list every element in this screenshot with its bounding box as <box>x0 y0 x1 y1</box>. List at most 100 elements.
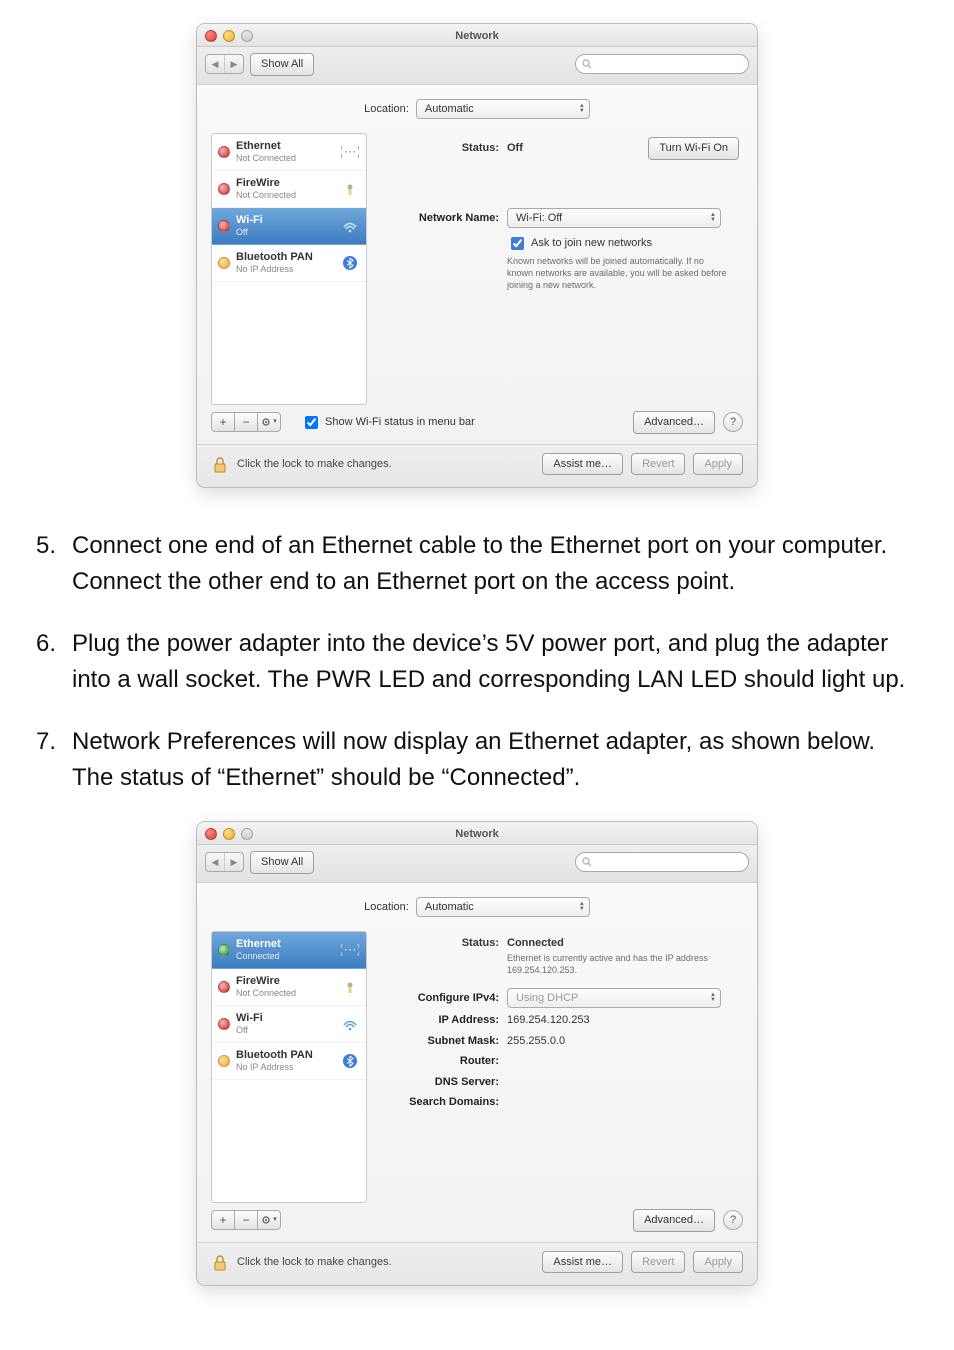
forward-icon[interactable]: ▶ <box>224 853 243 871</box>
location-select[interactable]: Automatic ▲▼ <box>416 897 590 918</box>
services-sidebar[interactable]: Ethernet Not Connected ⟨⋯⟩ FireWire Not … <box>211 133 367 405</box>
show-all-button[interactable]: Show All <box>250 851 314 874</box>
service-status: Not Connected <box>236 152 334 164</box>
assist-button[interactable]: Assist me… <box>542 1251 623 1274</box>
sidebar-item-wi-fi[interactable]: Wi-Fi Off <box>212 208 366 245</box>
advanced-button[interactable]: Advanced… <box>633 1209 715 1232</box>
search-input[interactable] <box>575 54 749 74</box>
bluetooth-icon <box>340 1051 360 1071</box>
sidebar-item-firewire[interactable]: FireWire Not Connected <box>212 171 366 208</box>
titlebar: Network <box>197 822 757 845</box>
lock-message: Click the lock to make changes. <box>237 1254 534 1271</box>
status-dot-icon <box>218 146 230 158</box>
service-name: Wi-Fi <box>236 1012 334 1024</box>
status-value: Connected <box>507 935 564 952</box>
detail-pane: Status: Off Turn Wi-Fi On Network Name: … <box>379 133 743 405</box>
revert-button[interactable]: Revert <box>631 453 685 476</box>
help-button[interactable]: ? <box>723 1210 743 1230</box>
ask-join-checkbox[interactable] <box>511 237 524 250</box>
lock-icon[interactable] <box>211 1252 229 1272</box>
turn-wifi-on-button[interactable]: Turn Wi-Fi On <box>648 137 739 160</box>
nav-arrows[interactable]: ◀ ▶ <box>205 54 244 74</box>
help-button[interactable]: ? <box>723 412 743 432</box>
svg-text:⟨⋯⟩: ⟨⋯⟩ <box>341 144 359 159</box>
field-label: Router: <box>379 1053 499 1070</box>
instruction-7: 7. Network Preferences will now display … <box>36 724 918 796</box>
service-status: No IP Address <box>236 263 334 275</box>
screenshot-ethernet: Network ◀ ▶ Show All Location: Automatic… <box>36 822 918 1296</box>
status-dot-icon <box>218 1018 230 1030</box>
location-row: Location: Automatic ▲▼ <box>197 85 757 126</box>
chevron-up-down-icon: ▲▼ <box>579 104 585 114</box>
configure-select[interactable]: Using DHCP ▲▼ <box>507 988 721 1009</box>
nav-arrows[interactable]: ◀ ▶ <box>205 852 244 872</box>
back-icon[interactable]: ◀ <box>206 55 224 73</box>
chevron-up-down-icon: ▲▼ <box>710 213 716 223</box>
sidebar-item-ethernet[interactable]: Ethernet Not Connected ⟨⋯⟩ <box>212 134 366 171</box>
field-label: Subnet Mask: <box>379 1033 499 1050</box>
advanced-button[interactable]: Advanced… <box>633 411 715 434</box>
status-dot-icon <box>218 183 230 195</box>
configure-label: Configure IPv4: <box>379 990 499 1007</box>
instruction-6: 6. Plug the power adapter into the devic… <box>36 626 918 698</box>
location-row: Location: Automatic ▲▼ <box>197 883 757 924</box>
services-sidebar[interactable]: Ethernet Connected ⟨⋯⟩ FireWire Not Conn… <box>211 931 367 1203</box>
configure-value: Using DHCP <box>516 990 578 1007</box>
network-name-label: Network Name: <box>379 210 499 227</box>
window-title: Network <box>197 28 757 45</box>
service-name: FireWire <box>236 177 334 189</box>
apply-button[interactable]: Apply <box>693 1251 743 1274</box>
network-window-b: Network ◀ ▶ Show All Location: Automatic… <box>197 822 757 1285</box>
service-name: FireWire <box>236 975 334 987</box>
service-status: Connected <box>236 950 334 962</box>
firewire-icon <box>340 179 360 199</box>
sidebar-item-ethernet[interactable]: Ethernet Connected ⟨⋯⟩ <box>212 932 366 969</box>
ethernet-icon: ⟨⋯⟩ <box>340 940 360 960</box>
bottom-row: + − ▾ Advanced… ? <box>197 1209 757 1242</box>
titlebar: Network <box>197 24 757 47</box>
apply-button[interactable]: Apply <box>693 453 743 476</box>
service-status: Not Connected <box>236 189 334 201</box>
status-label: Status: <box>379 935 499 952</box>
service-status: No IP Address <box>236 1061 334 1073</box>
firewire-icon <box>340 977 360 997</box>
network-window-a: Network ◀ ▶ Show All Location: Automatic <box>197 24 757 487</box>
sidebar-item-bluetooth-pan[interactable]: Bluetooth PAN No IP Address <box>212 245 366 282</box>
add-service-button[interactable]: + <box>211 412 235 432</box>
location-label: Location: <box>364 103 409 115</box>
field-value: 255.255.0.0 <box>507 1033 565 1050</box>
status-dot-icon <box>218 1055 230 1067</box>
status-dot-icon <box>218 220 230 232</box>
lock-icon[interactable] <box>211 454 229 474</box>
sidebar-item-firewire[interactable]: FireWire Not Connected <box>212 969 366 1006</box>
service-name: Wi-Fi <box>236 214 334 226</box>
service-name: Ethernet <box>236 140 334 152</box>
assist-button[interactable]: Assist me… <box>542 453 623 476</box>
remove-service-button[interactable]: − <box>235 412 258 432</box>
add-service-button[interactable]: + <box>211 1210 235 1230</box>
revert-button[interactable]: Revert <box>631 1251 685 1274</box>
show-wifi-menubar-checkbox[interactable] <box>305 416 318 429</box>
sidebar-item-wi-fi[interactable]: Wi-Fi Off <box>212 1006 366 1043</box>
network-name-select[interactable]: Wi-Fi: Off ▲▼ <box>507 208 721 229</box>
forward-icon[interactable]: ▶ <box>224 55 243 73</box>
service-status: Off <box>236 226 334 238</box>
bottom-row: + − ▾ Show Wi-Fi status in menu bar Adva… <box>197 411 757 444</box>
location-select[interactable]: Automatic ▲▼ <box>416 99 590 120</box>
sidebar-item-bluetooth-pan[interactable]: Bluetooth PAN No IP Address <box>212 1043 366 1080</box>
field-label: IP Address: <box>379 1012 499 1029</box>
status-dot-icon <box>218 944 230 956</box>
detail-pane: Status: Connected Ethernet is currently … <box>379 931 743 1203</box>
show-all-button[interactable]: Show All <box>250 53 314 76</box>
svg-text:⟨⋯⟩: ⟨⋯⟩ <box>341 942 359 957</box>
back-icon[interactable]: ◀ <box>206 853 224 871</box>
search-input[interactable] <box>575 852 749 872</box>
service-actions-button[interactable]: ▾ <box>258 412 281 432</box>
service-name: Bluetooth PAN <box>236 251 334 263</box>
screenshot-wifi: Network ◀ ▶ Show All Location: Automatic <box>36 24 918 498</box>
remove-service-button[interactable]: − <box>235 1210 258 1230</box>
window-title: Network <box>197 826 757 843</box>
instruction-5: 5. Connect one end of an Ethernet cable … <box>36 528 918 600</box>
service-actions-button[interactable]: ▾ <box>258 1210 281 1230</box>
footer: Click the lock to make changes. Assist m… <box>197 1242 757 1286</box>
